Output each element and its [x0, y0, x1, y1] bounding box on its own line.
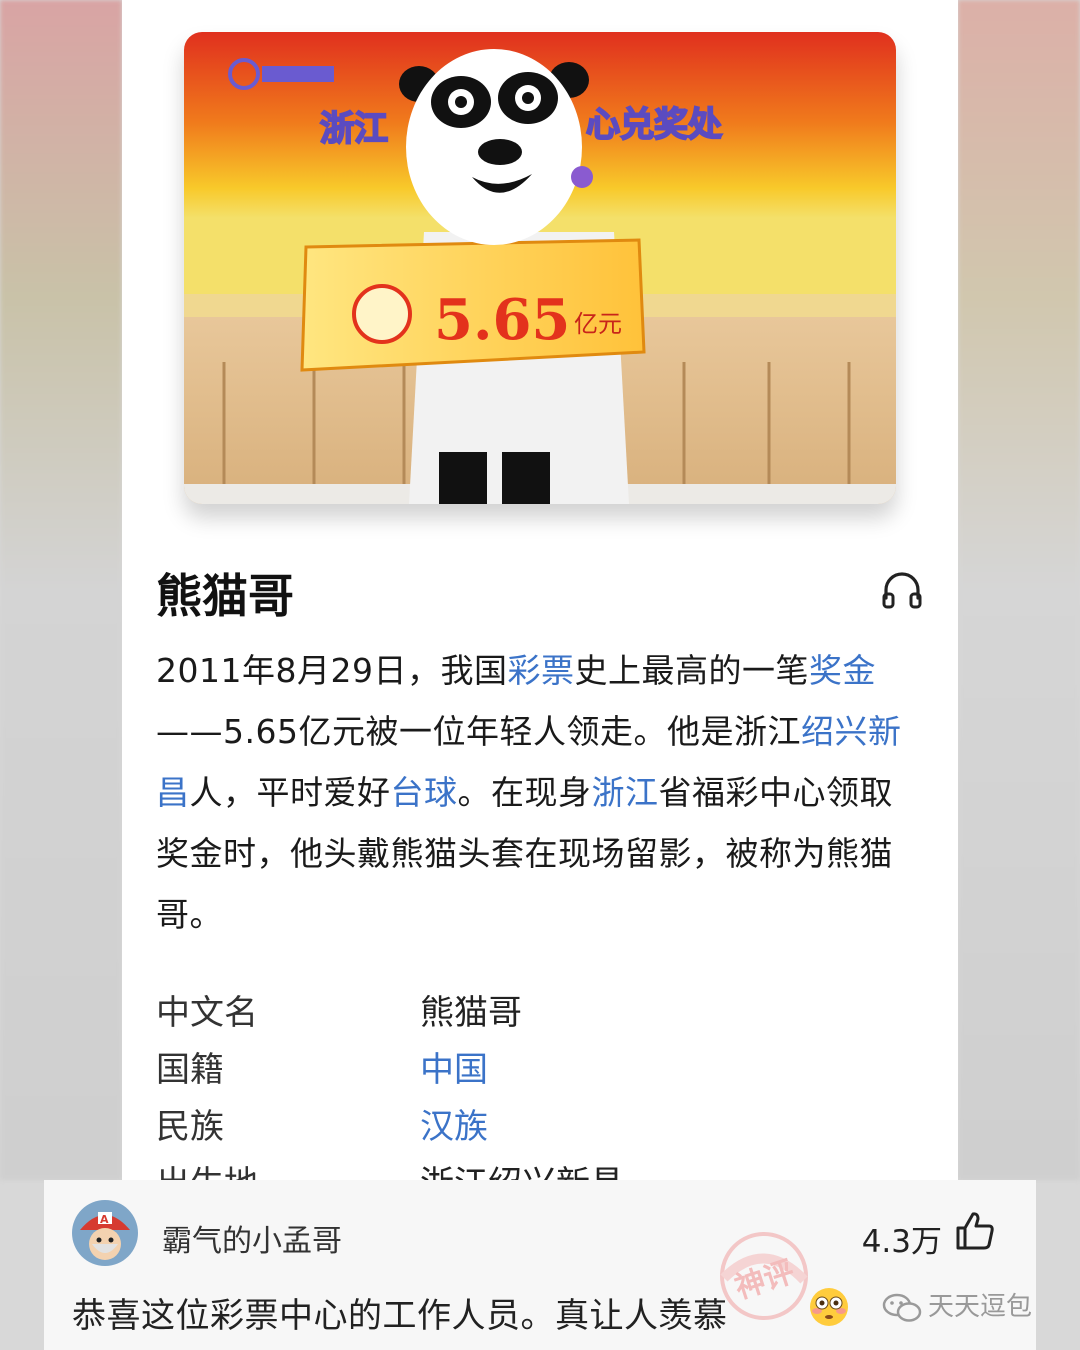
headphone-icon[interactable]: [880, 570, 924, 610]
info-value: 浙江绍兴新昌: [420, 1156, 624, 1180]
background-blur-left: [0, 0, 122, 1180]
description-text: 人，平时爱好: [189, 773, 391, 812]
info-row: 民族 汉族: [156, 1099, 926, 1156]
comment-username[interactable]: 霸气的小孟哥: [162, 1216, 342, 1260]
info-label: 中文名: [156, 993, 258, 1033]
comment-text: 恭喜这位彩票中心的工作人员。真让人羡慕: [72, 1296, 728, 1336]
info-row: 国籍 中国: [156, 1042, 926, 1099]
info-value[interactable]: 中国: [420, 1042, 488, 1091]
info-table: 中文名 熊猫哥国籍 中国民族 汉族出生地 浙江绍兴新昌: [156, 985, 926, 1180]
avatar[interactable]: A: [72, 1200, 138, 1266]
encyclopedia-card: 浙江 心兑奖处 5.65 亿元 熊猫哥 2011年8月29日，我国彩票史上最高的…: [122, 0, 958, 1180]
info-label: 出生地: [156, 1156, 258, 1180]
banner-text-left: 浙江: [320, 109, 388, 149]
like-count: 4.3万: [861, 1224, 942, 1260]
background-blur-right: [958, 0, 1080, 1180]
thumbs-up-icon[interactable]: [954, 1210, 996, 1252]
wechat-icon: [882, 1293, 922, 1322]
page-title: 熊猫哥: [156, 569, 294, 623]
description-text: 史上最高的一笔: [574, 651, 809, 690]
ticket-unit: 亿元: [574, 310, 622, 338]
description-text: 。在现身: [457, 773, 592, 812]
info-row: 出生地 浙江绍兴新昌: [156, 1156, 926, 1180]
svg-text:A: A: [100, 1213, 109, 1226]
article-description: 2011年8月29日，我国彩票史上最高的一笔奖金——5.65亿元被一位年轻人领走…: [156, 640, 926, 945]
info-label: 国籍: [156, 1050, 224, 1090]
description-link[interactable]: 台球: [391, 773, 458, 812]
ticket-amount: 5.65: [434, 287, 570, 353]
watermark: 天天逗包: [882, 1286, 1032, 1324]
description-text: ——5.65亿元被一位年轻人领走。他是浙江: [156, 712, 801, 751]
panda-mascot-photo: 浙江 心兑奖处 5.65 亿元: [184, 32, 896, 504]
description-link[interactable]: 奖金: [809, 651, 876, 690]
description-link[interactable]: 彩票: [507, 651, 574, 690]
description-text: 2011年8月29日，我国: [156, 651, 508, 690]
comment-card: A 霸气的小孟哥 神评 4.3万 恭喜这位彩票中心的工作人员。真让人羡慕 天天逗…: [44, 1180, 1036, 1350]
hero-photo[interactable]: 浙江 心兑奖处 5.65 亿元: [184, 32, 896, 504]
info-value[interactable]: 汉族: [420, 1099, 488, 1148]
flushed-face-emoji: [810, 1288, 848, 1326]
watermark-text: 天天逗包: [928, 1292, 1033, 1322]
banner-text-right: 心兑奖处: [586, 105, 722, 145]
info-label: 民族: [156, 1107, 224, 1147]
description-link[interactable]: 浙江: [592, 773, 659, 812]
info-value: 熊猫哥: [420, 993, 522, 1033]
info-row: 中文名 熊猫哥: [156, 985, 926, 1042]
